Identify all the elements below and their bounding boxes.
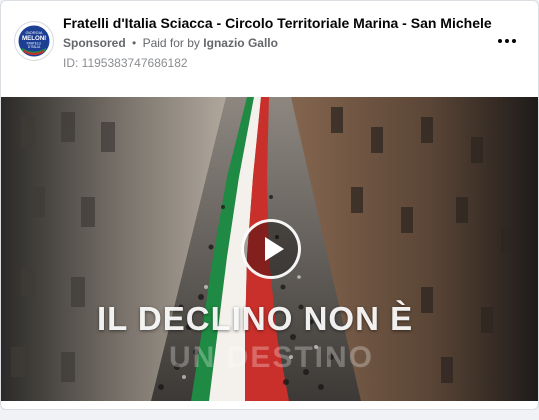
video-overlay-subline: UN DESTINO	[169, 341, 375, 374]
logo-line-4: D'ITALIA	[28, 45, 41, 49]
sponsorship-line: Sponsored • Paid for by Ignazio Gallo	[63, 36, 278, 50]
paid-for-prefix: Paid for by	[142, 36, 200, 50]
page-name-link[interactable]: Fratelli d'Italia Sciacca - Circolo Terr…	[63, 15, 492, 31]
payer-name: Ignazio Gallo	[203, 36, 278, 50]
page-avatar[interactable]: GIORGIA MELONI FRATELLI D'ITALIA	[14, 21, 54, 61]
meta-separator: •	[132, 36, 137, 50]
ad-card: GIORGIA MELONI FRATELLI D'ITALIA Fratell…	[0, 0, 539, 410]
play-icon[interactable]	[241, 219, 301, 279]
video-overlay-headline: IL DECLINO NON È	[97, 300, 414, 337]
more-options-icon[interactable]	[494, 32, 520, 50]
sponsored-label: Sponsored	[63, 36, 126, 50]
ad-id: ID: 1195383747686182	[63, 56, 188, 70]
fratelli-ditalia-logo-icon: GIORGIA MELONI FRATELLI D'ITALIA	[16, 23, 52, 59]
